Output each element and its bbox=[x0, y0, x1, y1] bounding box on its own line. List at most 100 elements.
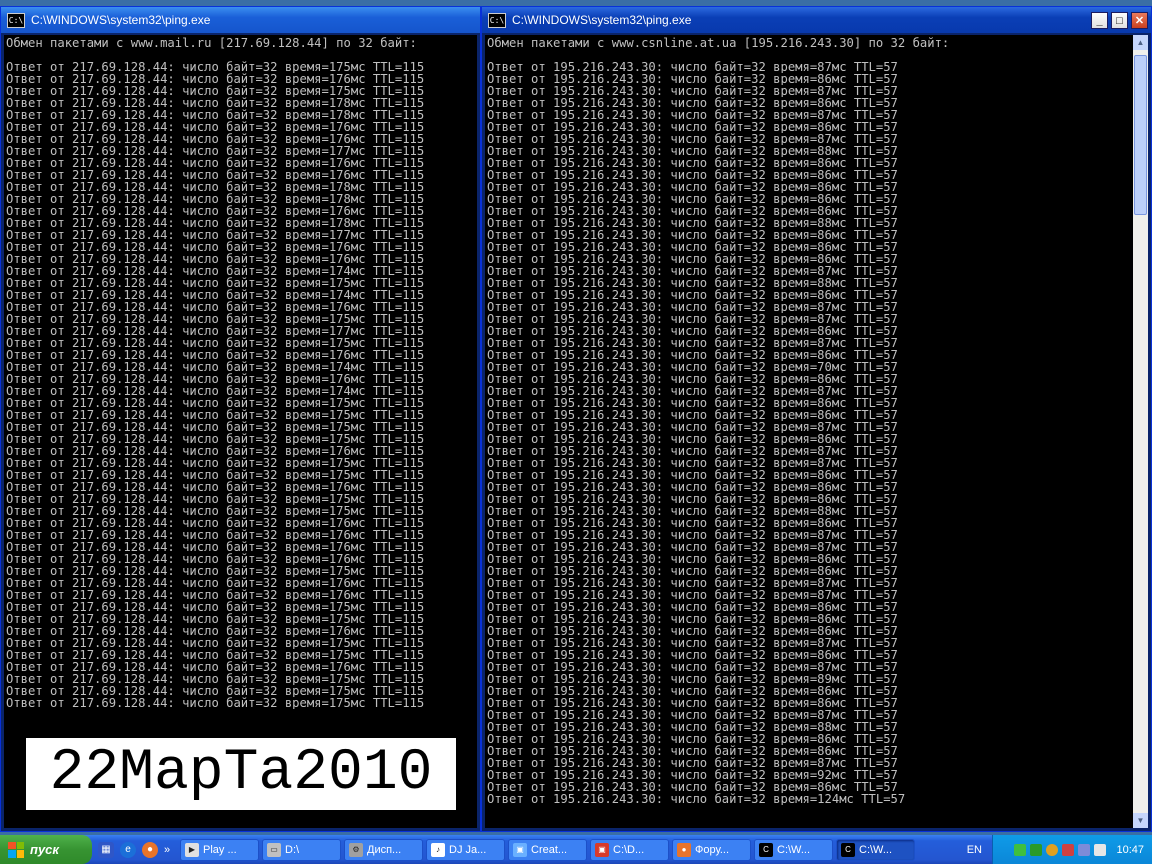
console-line: Ответ от 195.216.243.30: число байт=32 в… bbox=[487, 553, 898, 565]
console-line: Ответ от 217.69.128.44: число байт=32 вр… bbox=[6, 277, 425, 289]
taskbar-button[interactable]: C C:\W... bbox=[754, 838, 833, 861]
console-line: Ответ от 195.216.243.30: число байт=32 в… bbox=[487, 625, 898, 637]
console-line: Ответ от 217.69.128.44: число байт=32 вр… bbox=[6, 361, 425, 373]
console-line: Ответ от 217.69.128.44: число байт=32 вр… bbox=[6, 205, 425, 217]
console-line: Ответ от 195.216.243.30: число байт=32 в… bbox=[487, 301, 898, 313]
console-line: Ответ от 195.216.243.30: число байт=32 в… bbox=[487, 385, 898, 397]
console-line: Ответ от 217.69.128.44: число байт=32 вр… bbox=[6, 61, 425, 73]
taskbar-button[interactable]: ▶ Play ... bbox=[180, 838, 259, 861]
console-line: Ответ от 195.216.243.30: число байт=32 в… bbox=[487, 229, 898, 241]
show-desktop-icon[interactable]: ▦ bbox=[98, 841, 114, 858]
quick-launch-chevron-icon[interactable]: » bbox=[164, 844, 174, 856]
taskbar: пуск ▦ e ● » ▶ Play ... ▭ D:\ ⚙ Дисп... ♪ DJ Ja… bbox=[0, 835, 1152, 864]
firefox-icon[interactable]: ● bbox=[142, 841, 158, 858]
taskbar-button[interactable]: ● Фору... bbox=[672, 838, 751, 861]
taskbar-button[interactable]: ▣ Creat... bbox=[508, 838, 587, 861]
taskbar-button[interactable]: ♪ DJ Ja... bbox=[426, 838, 505, 861]
console-line: Ответ от 195.216.243.30: число байт=32 в… bbox=[487, 445, 898, 457]
console-line: Ответ от 195.216.243.30: число байт=32 в… bbox=[487, 217, 898, 229]
task-app-icon: ▣ bbox=[595, 842, 609, 857]
task-app-icon: ▶ bbox=[185, 842, 199, 857]
console-line: Ответ от 217.69.128.44: число байт=32 вр… bbox=[6, 649, 425, 661]
clock[interactable]: 10:47 bbox=[1116, 844, 1144, 856]
console-line: Ответ от 217.69.128.44: число байт=32 вр… bbox=[6, 325, 425, 337]
console-line: Ответ от 195.216.243.30: число байт=32 в… bbox=[487, 241, 898, 253]
app-tray-icon[interactable] bbox=[1078, 843, 1091, 856]
console-line: Ответ от 217.69.128.44: число байт=32 вр… bbox=[6, 409, 425, 421]
scroll-down-arrow-icon[interactable]: ▼ bbox=[1133, 813, 1148, 828]
left-console-window[interactable]: C:\ C:\WINDOWS\system32\ping.exe Обмен п… bbox=[0, 6, 481, 832]
console-line: Ответ от 217.69.128.44: число байт=32 вр… bbox=[6, 85, 425, 97]
console-line: Ответ от 217.69.128.44: число байт=32 вр… bbox=[6, 601, 425, 613]
right-console-window[interactable]: C:\ C:\WINDOWS\system32\ping.exe _ □ ✕ О… bbox=[481, 6, 1152, 832]
console-line: Ответ от 195.216.243.30: число байт=32 в… bbox=[487, 493, 898, 505]
taskbar-button[interactable]: C C:\W... bbox=[836, 838, 915, 861]
console-line: Ответ от 217.69.128.44: число байт=32 вр… bbox=[6, 529, 425, 541]
console-line: Ответ от 217.69.128.44: число байт=32 вр… bbox=[6, 121, 425, 133]
network-icon[interactable] bbox=[1014, 843, 1027, 856]
console-line: Ответ от 195.216.243.30: число байт=32 в… bbox=[487, 409, 898, 421]
close-button[interactable]: ✕ bbox=[1131, 11, 1148, 29]
console-line: Ответ от 217.69.128.44: число байт=32 вр… bbox=[6, 145, 425, 157]
left-titlebar[interactable]: C:\ C:\WINDOWS\system32\ping.exe bbox=[1, 7, 480, 33]
vertical-scrollbar[interactable]: ▲ ▼ bbox=[1133, 35, 1148, 828]
console-line: Ответ от 217.69.128.44: число байт=32 вр… bbox=[6, 469, 425, 481]
console-line: Ответ от 217.69.128.44: число байт=32 вр… bbox=[6, 337, 425, 349]
console-line: Ответ от 195.216.243.30: число байт=32 в… bbox=[487, 169, 898, 181]
taskbar-button-label: C:\W... bbox=[859, 843, 892, 856]
console-line: Ответ от 195.216.243.30: число байт=32 в… bbox=[487, 121, 898, 133]
taskbar-button-label: DJ Ja... bbox=[449, 843, 487, 856]
console-line: Ответ от 195.216.243.30: число байт=32 в… bbox=[487, 709, 898, 721]
language-indicator[interactable]: EN bbox=[957, 844, 992, 856]
console-line: Ответ от 195.216.243.30: число байт=32 в… bbox=[487, 361, 898, 373]
console-line: Ответ от 217.69.128.44: число байт=32 вр… bbox=[6, 193, 425, 205]
right-console-output[interactable]: Обмен пакетами с www.csnline.at.ua [195.… bbox=[485, 35, 1133, 828]
right-titlebar[interactable]: C:\ C:\WINDOWS\system32\ping.exe _ □ ✕ bbox=[482, 7, 1151, 33]
volume-icon[interactable] bbox=[1094, 843, 1107, 856]
console-line: Ответ от 195.216.243.30: число байт=32 в… bbox=[487, 697, 898, 709]
maximize-button[interactable]: □ bbox=[1111, 11, 1128, 29]
task-app-icon: ● bbox=[677, 842, 691, 857]
taskbar-button[interactable]: ▭ D:\ bbox=[262, 838, 341, 861]
console-line: Ответ от 195.216.243.30: число байт=32 в… bbox=[487, 649, 898, 661]
task-app-icon: ▭ bbox=[267, 842, 281, 857]
console-line: Ответ от 195.216.243.30: число байт=32 в… bbox=[487, 325, 898, 337]
update-icon[interactable] bbox=[1046, 843, 1059, 856]
start-button[interactable]: пуск bbox=[0, 835, 92, 864]
console-line: Ответ от 195.216.243.30: число байт=32 в… bbox=[487, 673, 898, 685]
console-line: Ответ от 195.216.243.30: число байт=32 в… bbox=[487, 313, 898, 325]
left-window-title: C:\WINDOWS\system32\ping.exe bbox=[31, 13, 211, 27]
security-icon[interactable] bbox=[1030, 843, 1043, 856]
console-line: Ответ от 217.69.128.44: число байт=32 вр… bbox=[6, 133, 425, 145]
left-console-output[interactable]: Обмен пакетами с www.mail.ru [217.69.128… bbox=[4, 35, 477, 828]
console-line: Ответ от 217.69.128.44: число байт=32 вр… bbox=[6, 481, 425, 493]
console-line: Обмен пакетами с www.csnline.at.ua [195.… bbox=[487, 37, 950, 49]
console-line: Ответ от 217.69.128.44: число байт=32 вр… bbox=[6, 625, 425, 637]
ie-icon[interactable]: e bbox=[120, 841, 136, 858]
console-line: Обмен пакетами с www.mail.ru [217.69.128… bbox=[6, 37, 417, 49]
taskbar-button[interactable]: ▣ C:\D... bbox=[590, 838, 669, 861]
console-line: Ответ от 195.216.243.30: число байт=32 в… bbox=[487, 685, 898, 697]
console-line: Ответ от 195.216.243.30: число байт=32 в… bbox=[487, 157, 898, 169]
windows-logo-icon bbox=[8, 841, 24, 858]
console-line: Ответ от 195.216.243.30: число байт=32 в… bbox=[487, 745, 898, 757]
console-app-icon[interactable]: C:\ bbox=[488, 12, 506, 28]
console-line: Ответ от 217.69.128.44: число байт=32 вр… bbox=[6, 229, 425, 241]
console-line: Ответ от 195.216.243.30: число байт=32 в… bbox=[487, 205, 898, 217]
console-line: Ответ от 217.69.128.44: число байт=32 вр… bbox=[6, 217, 425, 229]
console-line: Ответ от 217.69.128.44: число байт=32 вр… bbox=[6, 397, 425, 409]
console-line: Ответ от 217.69.128.44: число байт=32 вр… bbox=[6, 385, 425, 397]
minimize-button[interactable]: _ bbox=[1091, 11, 1108, 29]
console-line: Ответ от 217.69.128.44: число байт=32 вр… bbox=[6, 241, 425, 253]
console-line: Ответ от 195.216.243.30: число байт=32 в… bbox=[487, 637, 898, 649]
console-line: Ответ от 195.216.243.30: число байт=32 в… bbox=[487, 349, 898, 361]
console-app-icon[interactable]: C:\ bbox=[7, 12, 25, 28]
scroll-up-arrow-icon[interactable]: ▲ bbox=[1133, 35, 1148, 50]
scrollbar-thumb[interactable] bbox=[1134, 55, 1147, 215]
console-line: Ответ от 217.69.128.44: число байт=32 вр… bbox=[6, 457, 425, 469]
taskbar-button-label: Дисп... bbox=[367, 843, 402, 856]
quick-launch: ▦ e ● » bbox=[92, 841, 180, 858]
taskbar-button[interactable]: ⚙ Дисп... bbox=[344, 838, 423, 861]
console-line: Ответ от 217.69.128.44: число байт=32 вр… bbox=[6, 505, 425, 517]
antivirus-icon[interactable] bbox=[1062, 843, 1075, 856]
